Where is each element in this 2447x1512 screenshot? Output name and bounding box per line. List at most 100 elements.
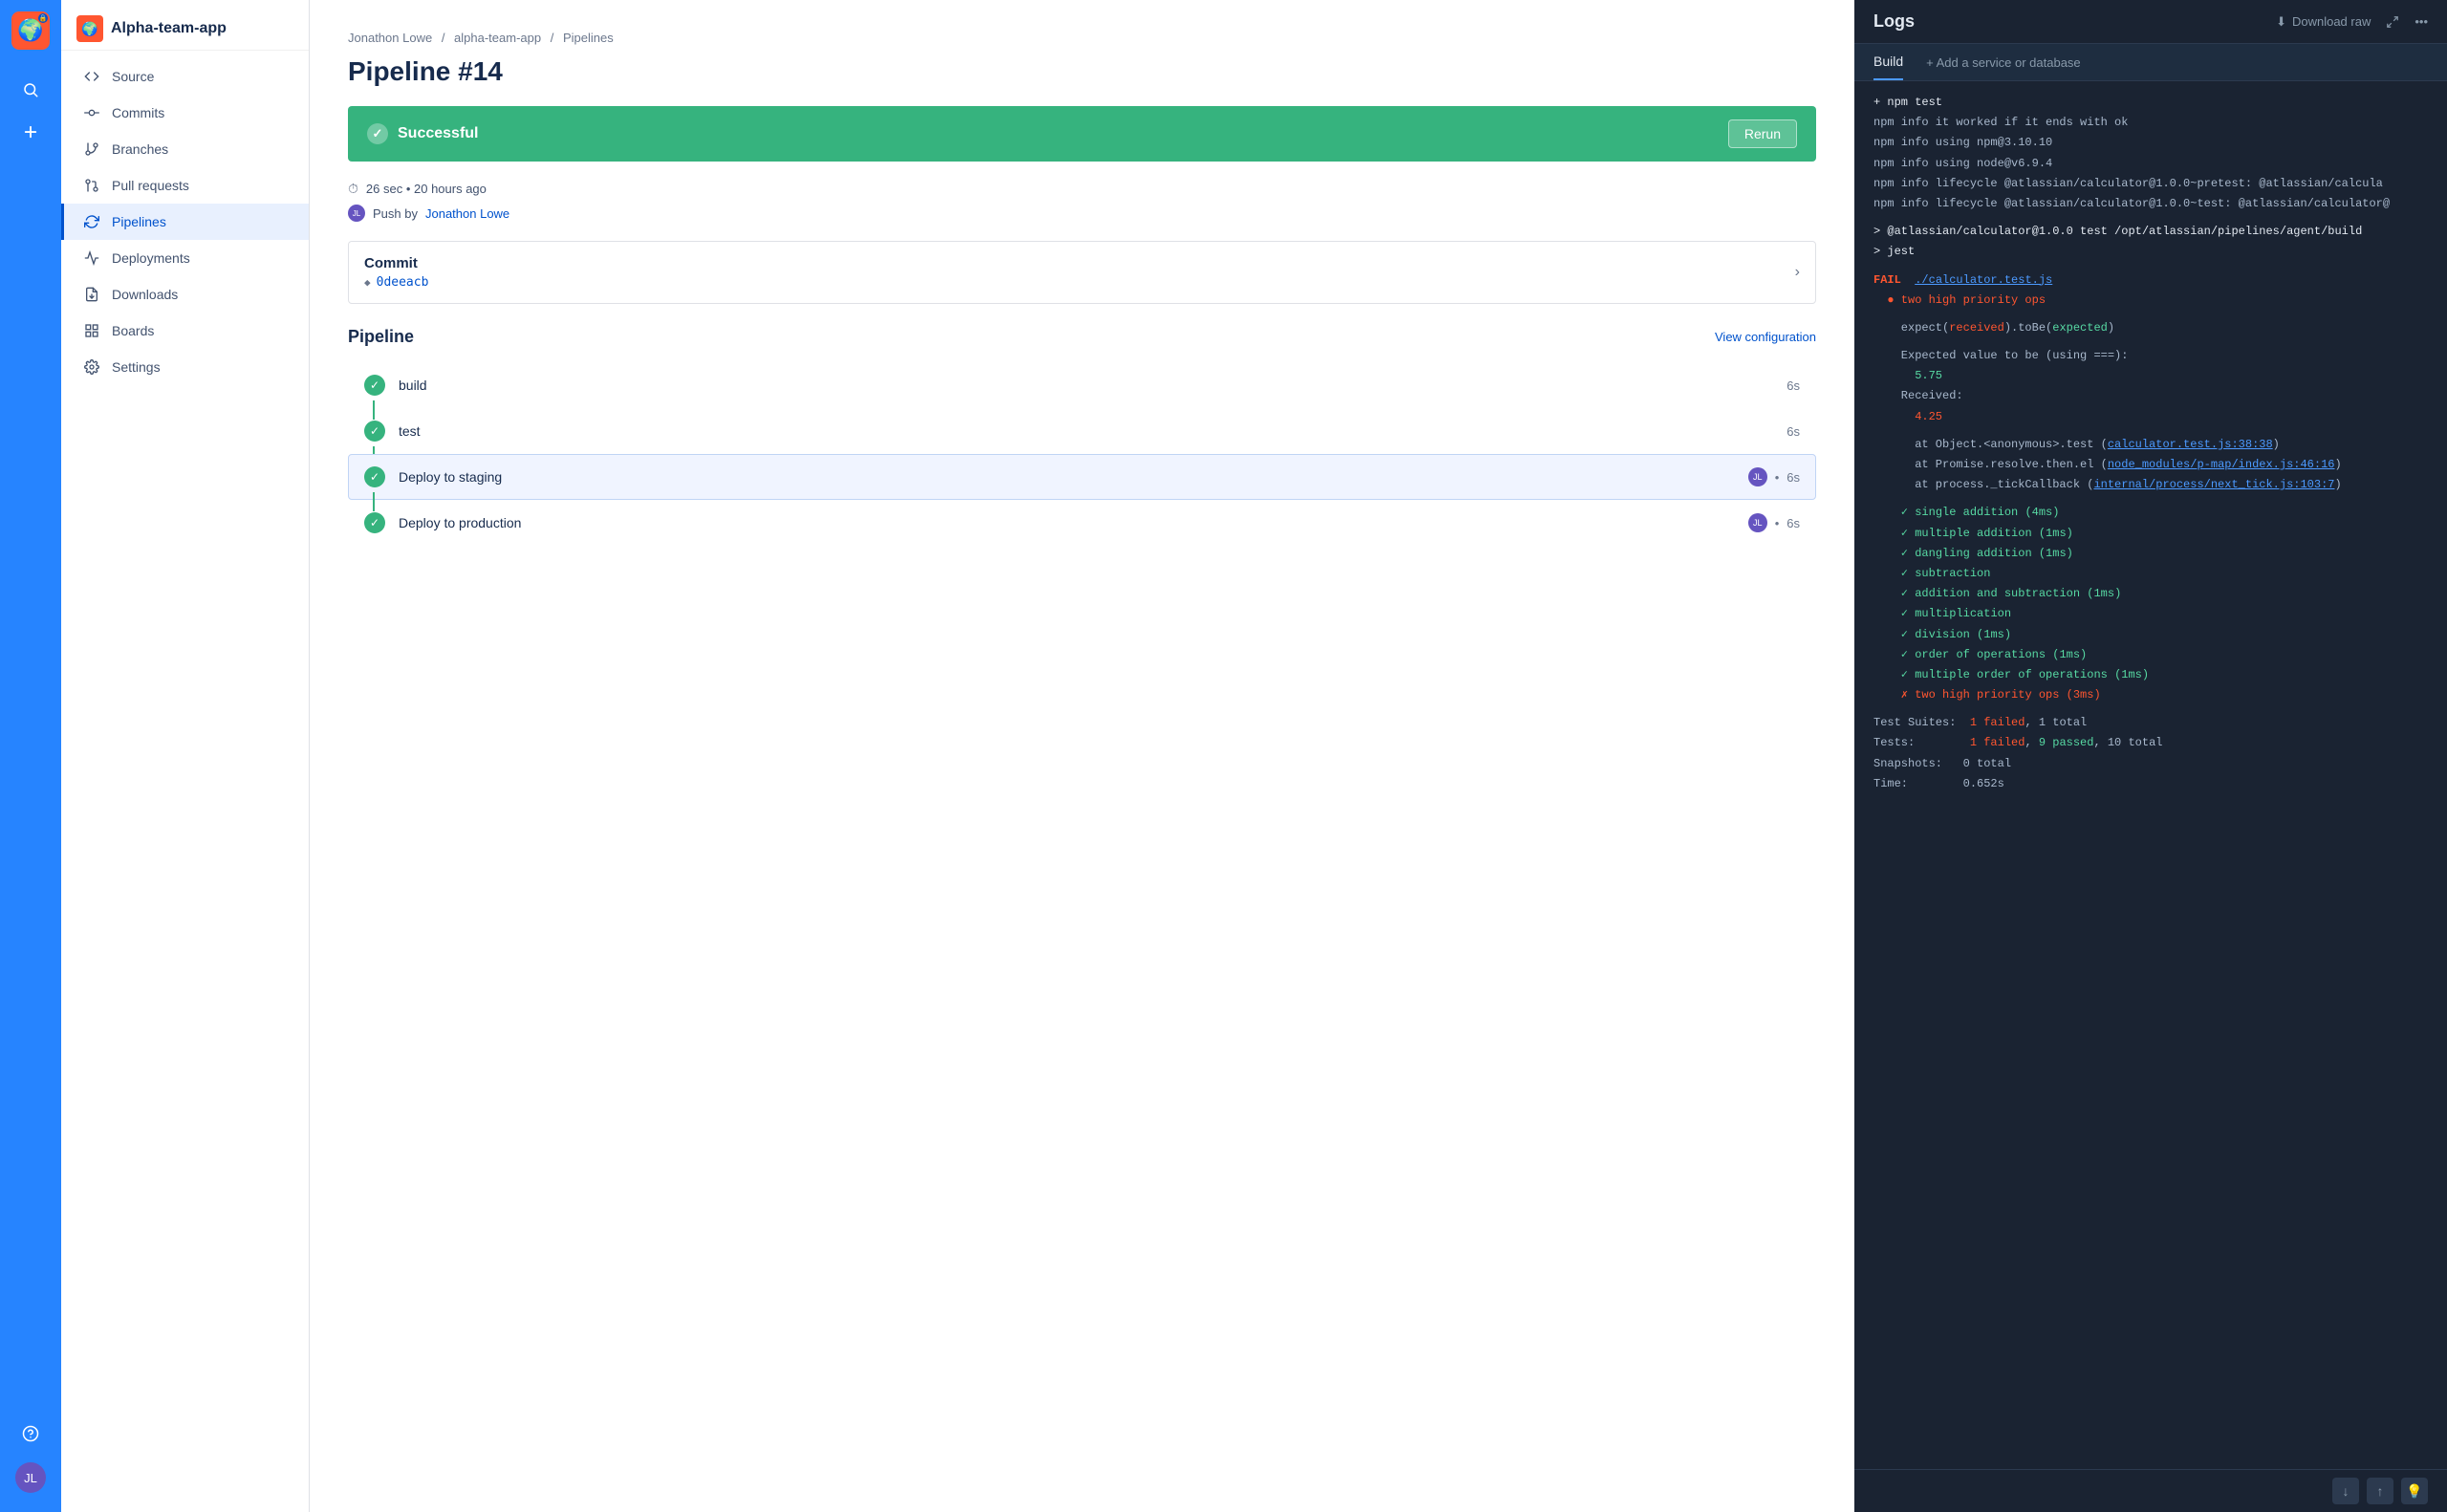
app-logo[interactable]: 🌍 🔒 — [11, 11, 50, 50]
log-line: > jest — [1854, 242, 2447, 262]
pipeline-step-production[interactable]: ✓ Deploy to production JL • 6s — [348, 500, 1816, 546]
sidebar-item-boards[interactable]: Boards — [61, 313, 309, 349]
step-check-icon-staging: ✓ — [364, 466, 385, 487]
log-line: Snapshots: 0 total — [1854, 754, 2447, 774]
step-dot-staging: • — [1775, 470, 1780, 485]
help-button[interactable] — [13, 1416, 48, 1451]
sidebar-item-boards-label: Boards — [112, 323, 154, 338]
log-line: ✓ single addition (4ms) — [1854, 503, 2447, 523]
breadcrumb-repo[interactable]: alpha-team-app — [454, 31, 541, 45]
commit-hash: ◆ 0deeacb — [364, 275, 428, 290]
log-line: ✓ subtraction — [1854, 564, 2447, 584]
breadcrumb-section[interactable]: Pipelines — [563, 31, 614, 45]
sidebar-item-source-label: Source — [112, 69, 154, 84]
log-line: FAIL ./calculator.test.js — [1854, 270, 2447, 291]
scroll-down-button[interactable]: ↓ — [2332, 1478, 2359, 1504]
app-name: 🌍 Alpha-team-app — [76, 15, 293, 42]
commit-card[interactable]: Commit ◆ 0deeacb › — [348, 241, 1816, 304]
log-spacer — [1854, 495, 2447, 503]
app-avatar-icon: 🌍 — [76, 15, 103, 42]
tab-build[interactable]: Build — [1873, 44, 1903, 80]
sidebar-item-pipelines[interactable]: Pipelines — [61, 204, 309, 240]
sidebar-item-commits[interactable]: Commits — [61, 95, 309, 131]
download-raw-button[interactable]: ⬇ Download raw — [2276, 14, 2371, 30]
source-icon — [83, 68, 100, 85]
chevron-right-icon: › — [1795, 264, 1800, 281]
log-line: + npm test — [1854, 93, 2447, 113]
duration-text: 26 sec • 20 hours ago — [366, 182, 487, 196]
pipeline-step-test[interactable]: ✓ test 6s — [348, 408, 1816, 454]
step-build-wrapper: ✓ build 6s — [348, 362, 1816, 408]
logs-title: Logs — [1873, 11, 1915, 32]
more-button[interactable]: ••• — [2415, 14, 2428, 29]
log-line: expect(received).toBe(expected) — [1854, 318, 2447, 338]
logs-panel: Logs ⬇ Download raw ••• Build + Add a se… — [1854, 0, 2447, 1512]
rerun-button[interactable]: Rerun — [1728, 119, 1797, 148]
pipeline-header: Pipeline View configuration — [348, 327, 1816, 347]
step-meta-staging: JL • 6s — [1748, 467, 1800, 486]
deployments-icon — [83, 249, 100, 267]
log-line: at Promise.resolve.then.el (node_modules… — [1854, 455, 2447, 475]
commit-hash-link[interactable]: 0deeacb — [377, 275, 429, 290]
log-line: npm info using npm@3.10.10 — [1854, 133, 2447, 153]
expand-button[interactable] — [2386, 15, 2399, 29]
step-check-icon-test: ✓ — [364, 421, 385, 442]
pipelines-icon — [83, 213, 100, 230]
pipeline-section-title: Pipeline — [348, 327, 414, 347]
sidebar-item-downloads[interactable]: Downloads — [61, 276, 309, 313]
step-name-build: build — [399, 378, 1787, 393]
step-meta-production: JL • 6s — [1748, 513, 1800, 532]
log-line: 5.75 — [1854, 366, 2447, 386]
pipeline-steps-section: Pipeline View configuration ✓ build 6s ✓… — [348, 327, 1816, 546]
view-config-link[interactable]: View configuration — [1715, 330, 1816, 344]
log-line: npm info lifecycle @atlassian/calculator… — [1854, 174, 2447, 194]
lamp-button[interactable]: 💡 — [2401, 1478, 2428, 1504]
step-time-staging: 6s — [1787, 470, 1800, 485]
branches-icon — [83, 140, 100, 158]
status-check-icon: ✓ — [367, 123, 388, 144]
log-spacer — [1854, 214, 2447, 222]
log-line: Test Suites: 1 failed, 1 total — [1854, 713, 2447, 733]
sidebar-item-source[interactable]: Source — [61, 58, 309, 95]
sidebar-item-settings[interactable]: Settings — [61, 349, 309, 385]
log-line: ✓ division (1ms) — [1854, 625, 2447, 645]
sidebar-item-pull-requests[interactable]: Pull requests — [61, 167, 309, 204]
log-line: ✓ multiplication — [1854, 604, 2447, 624]
add-button[interactable] — [13, 115, 48, 149]
log-line: npm info it worked if it ends with ok — [1854, 113, 2447, 133]
log-line: at process._tickCallback (internal/proce… — [1854, 475, 2447, 495]
breadcrumb: Jonathon Lowe / alpha-team-app / Pipelin… — [348, 31, 1816, 45]
sidebar-item-settings-label: Settings — [112, 359, 161, 375]
logs-footer: ↓ ↑ 💡 — [1854, 1469, 2447, 1512]
log-line: ✗ two high priority ops (3ms) — [1854, 685, 2447, 705]
commit-title: Commit — [364, 255, 428, 271]
user-avatar[interactable]: JL — [15, 1462, 46, 1493]
logs-header: Logs ⬇ Download raw ••• — [1854, 0, 2447, 44]
icon-bar: 🌍 🔒 JL — [0, 0, 61, 1512]
step-name-production: Deploy to production — [399, 515, 1748, 530]
step-name-test: test — [399, 423, 1787, 439]
scroll-up-button[interactable]: ↑ — [2367, 1478, 2393, 1504]
pipeline-step-staging[interactable]: ✓ Deploy to staging JL • 6s — [348, 454, 1816, 500]
add-service-button[interactable]: + Add a service or database — [1926, 55, 2081, 70]
log-line: > @atlassian/calculator@1.0.0 test /opt/… — [1854, 222, 2447, 242]
step-production-wrapper: ✓ Deploy to production JL • 6s — [348, 500, 1816, 546]
log-line: ✓ multiple order of operations (1ms) — [1854, 665, 2447, 685]
pusher-row: JL Push by Jonathon Lowe — [348, 205, 1816, 222]
log-line: npm info using node@v6.9.4 — [1854, 154, 2447, 174]
step-check-icon-production: ✓ — [364, 512, 385, 533]
step-check-icon-build: ✓ — [364, 375, 385, 396]
log-line: Tests: 1 failed, 9 passed, 10 total — [1854, 733, 2447, 753]
pipeline-step-build[interactable]: ✓ build 6s — [348, 362, 1816, 408]
download-icon: ⬇ — [2276, 14, 2286, 30]
sidebar-item-deployments[interactable]: Deployments — [61, 240, 309, 276]
sidebar-nav: Source Commits Branches Pull requests — [61, 51, 309, 1512]
duration-row: ⏱ 26 sec • 20 hours ago — [348, 181, 1816, 197]
breadcrumb-user[interactable]: Jonathon Lowe — [348, 31, 432, 45]
log-line: ✓ order of operations (1ms) — [1854, 645, 2447, 665]
sidebar-header: 🌍 Alpha-team-app — [61, 0, 309, 51]
downloads-icon — [83, 286, 100, 303]
pusher-name[interactable]: Jonathon Lowe — [425, 206, 509, 221]
search-button[interactable] — [13, 73, 48, 107]
sidebar-item-branches[interactable]: Branches — [61, 131, 309, 167]
